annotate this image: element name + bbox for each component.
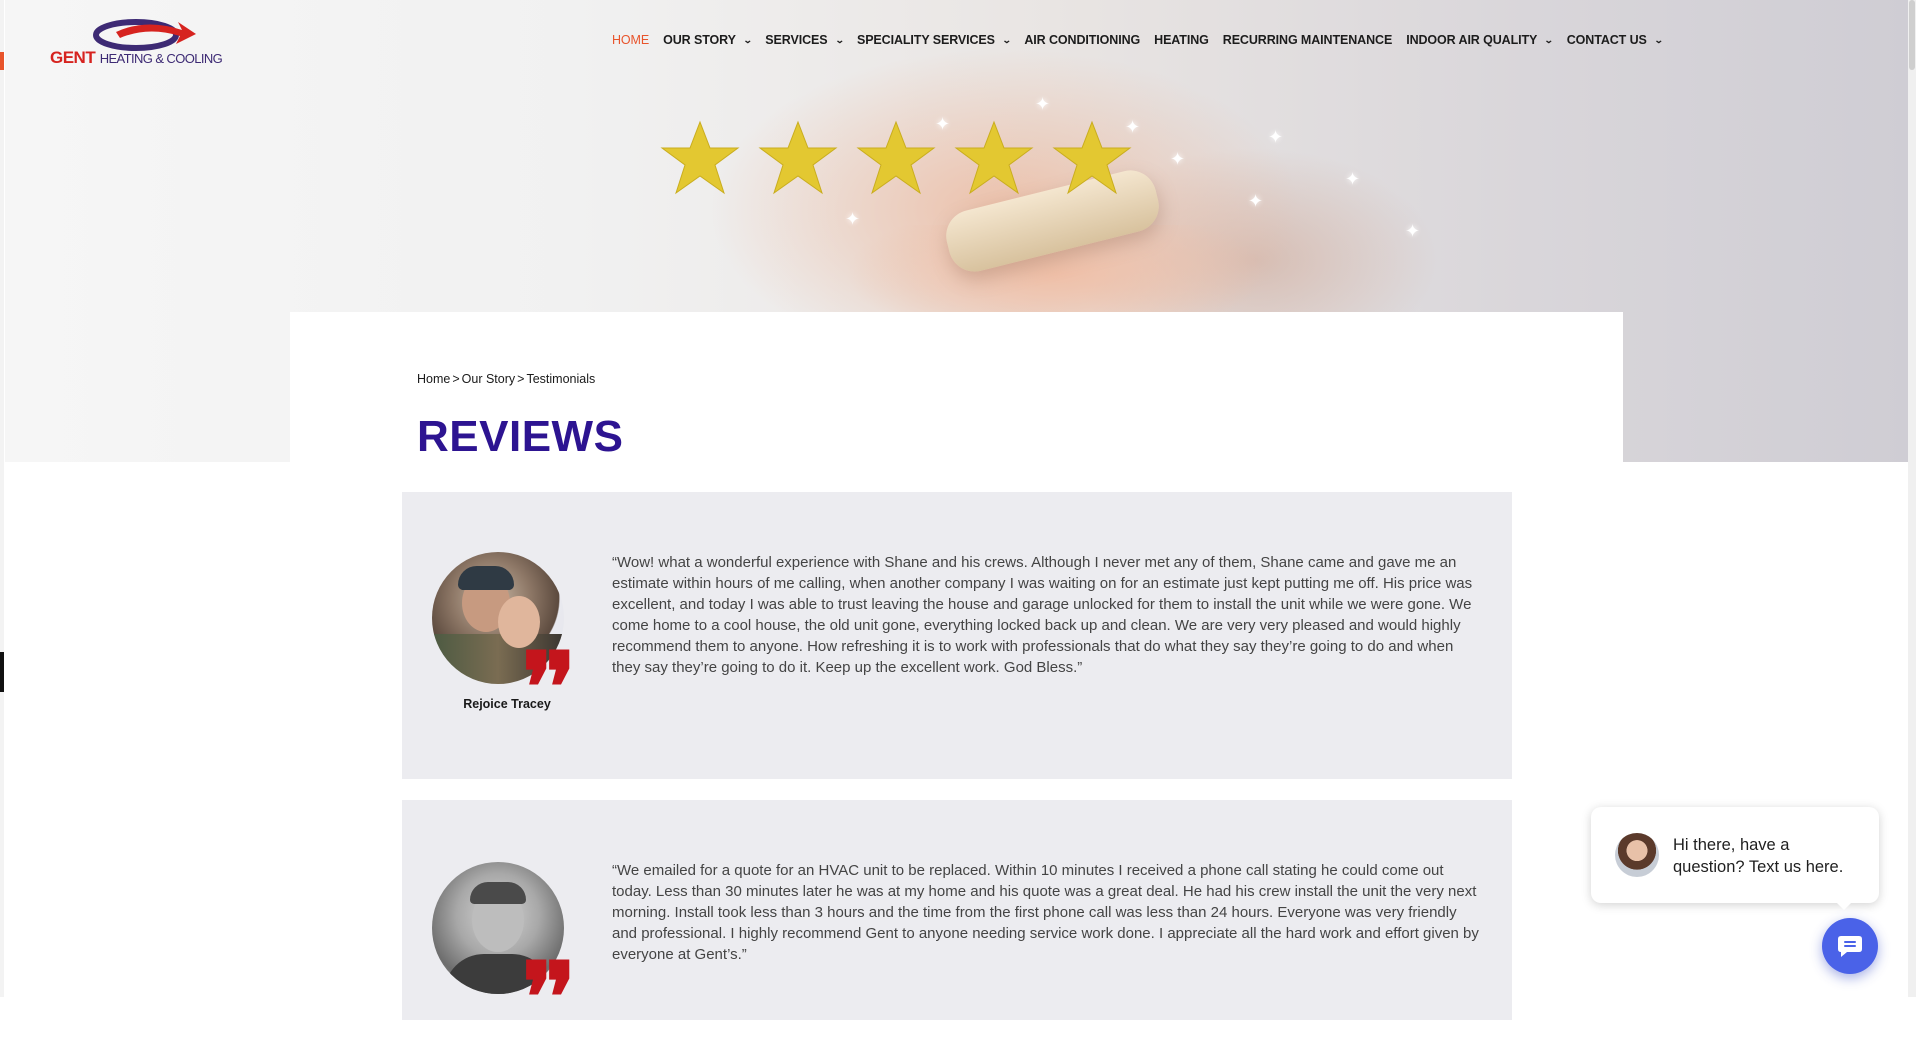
star-icon — [1052, 118, 1132, 198]
chat-greeting-bubble[interactable]: Hi there, have a question? Text us here. — [1591, 807, 1879, 903]
nav-item-indoor-air-quality[interactable]: INDOOR AIR QUALITY ⌄ — [1406, 33, 1554, 47]
logo-name: GENT — [50, 48, 96, 67]
nav-item-label: RECURRING MAINTENANCE — [1222, 33, 1393, 47]
nav-item-label: HOME — [612, 33, 650, 47]
main-navigation: HOME OUR STORY ⌄ SERVICES ⌄ SPECIALITY SERVIC… — [612, 33, 1676, 47]
star-icon — [954, 118, 1034, 198]
nav-item-air-conditioning[interactable]: AIR CONDITIONING — [1024, 33, 1140, 47]
breadcrumb-our-story[interactable]: Our Story — [462, 372, 516, 386]
nav-item-services[interactable]: SERVICES ⌄ — [765, 33, 844, 47]
nav-item-contact-us[interactable]: CONTACT US ⌄ — [1566, 33, 1664, 47]
nav-item-label: OUR STORY — [663, 33, 736, 47]
review-text: “Wow! what a wonderful experience with S… — [612, 554, 1473, 676]
breadcrumb-separator: > — [452, 372, 460, 386]
chevron-down-icon[interactable]: ⌄ — [743, 35, 753, 46]
nav-item-our-story[interactable]: OUR STORY ⌄ — [663, 33, 753, 47]
breadcrumb-home[interactable]: Home — [417, 372, 450, 386]
sparkle-icon: ✦ — [1035, 94, 1051, 114]
left-edge — [0, 0, 4, 997]
sparkle-icon: ✦ — [1170, 149, 1186, 169]
chevron-down-icon[interactable]: ⌄ — [1654, 35, 1664, 46]
quote-icon: ❜❜ — [522, 631, 576, 744]
chevron-down-icon[interactable]: ⌄ — [1002, 35, 1012, 46]
chevron-down-icon[interactable]: ⌄ — [834, 35, 844, 46]
breadcrumb: Home > Our Story > Testimonials — [417, 372, 595, 386]
quote-icon: ❜❜ — [522, 941, 576, 1054]
review-card: ❜❜ “We emailed for a quote for an HVAC u… — [402, 800, 1512, 1046]
logo-tagline: HEATING & COOLING — [99, 51, 223, 66]
sparkle-icon: ✦ — [845, 209, 861, 229]
breadcrumb-testimonials: Testimonials — [526, 372, 596, 386]
rating-stars — [660, 118, 1132, 198]
nav-item-label: INDOOR AIR QUALITY — [1406, 33, 1538, 47]
nav-item-label: SERVICES — [765, 33, 828, 47]
reviewer-photo: ❜❜ — [432, 552, 576, 736]
nav-item-recurring-maintenance[interactable]: RECURRING MAINTENANCE — [1222, 33, 1393, 47]
chat-greeting-text: Hi there, have a question? Text us here. — [1673, 836, 1844, 876]
chevron-down-icon[interactable]: ⌄ — [1544, 35, 1554, 46]
chat-icon — [1838, 936, 1862, 957]
nav-item-label: AIR CONDITIONING — [1024, 33, 1141, 47]
star-icon — [856, 118, 936, 198]
star-icon — [758, 118, 838, 198]
breadcrumb-separator: > — [517, 372, 525, 386]
nav-item-label: HEATING — [1154, 33, 1209, 47]
nav-item-label: CONTACT US — [1566, 33, 1647, 47]
reviewer-name: Rejoice Tracey — [463, 697, 551, 711]
nav-item-home[interactable]: HOME — [612, 33, 649, 47]
scrollbar[interactable] — [1908, 0, 1916, 997]
nav-item-heating[interactable]: HEATING — [1154, 33, 1209, 47]
star-icon — [660, 118, 740, 198]
chat-bubble-tail — [1834, 900, 1854, 910]
site-logo[interactable]: GENT HEATING & COOLING — [48, 18, 228, 70]
page-title: REVIEWS — [417, 412, 624, 461]
left-edge-marker — [0, 52, 4, 70]
sparkle-icon: ✦ — [1268, 127, 1284, 147]
chat-agent-avatar — [1615, 833, 1659, 877]
nav-item-label: SPECIALITY SERVICES — [856, 33, 995, 47]
sparkle-icon: ✦ — [1248, 191, 1264, 211]
sparkle-icon: ✦ — [1345, 169, 1361, 189]
logo-swirl-icon — [93, 19, 196, 51]
review-text: “We emailed for a quote for an HVAC unit… — [612, 862, 1479, 963]
nav-item-speciality-services[interactable]: SPECIALITY SERVICES ⌄ — [856, 33, 1012, 47]
reviewer-photo: ❜❜ — [432, 862, 576, 1046]
review-card: ❜❜ Rejoice Tracey “Wow! what a wonderful… — [402, 492, 1512, 779]
left-edge-tab[interactable] — [0, 652, 4, 692]
sparkle-icon: ✦ — [1405, 221, 1421, 241]
scrollbar-thumb[interactable] — [1909, 0, 1915, 70]
chat-open-button[interactable] — [1822, 918, 1878, 974]
